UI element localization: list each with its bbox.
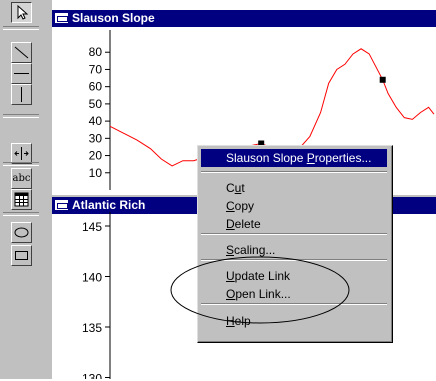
y-tick-label: 10 <box>89 166 103 180</box>
menu-item-cut[interactable]: Cut <box>201 179 387 197</box>
data-point-marker[interactable] <box>379 76 386 83</box>
toolbar-divider <box>3 114 39 118</box>
y-tick-label: 140 <box>82 271 102 285</box>
menu-item-label: Cut <box>226 181 245 195</box>
y-tick-label: 20 <box>89 149 103 163</box>
menu-item-label: Slauson Slope Properties... <box>226 151 372 165</box>
menu-separator <box>201 233 387 235</box>
ellipse-icon <box>14 227 29 238</box>
menu-item-label: Copy <box>226 199 255 213</box>
window-icon <box>55 200 68 210</box>
rectangle-tool-button[interactable] <box>11 245 32 266</box>
y-tick-label: 30 <box>89 131 103 145</box>
pane-title: Atlantic Rich <box>72 198 146 212</box>
menu-separator <box>201 171 387 173</box>
y-tick-label: 130 <box>82 372 102 380</box>
menu-item-slauson-slope-properties[interactable]: Slauson Slope Properties... <box>201 149 387 167</box>
y-tick-label: 145 <box>82 220 102 234</box>
y-tick-label: 70 <box>89 62 103 76</box>
resize-tool-button[interactable] <box>11 143 32 164</box>
drawing-toolbar: abc <box>0 0 43 379</box>
menu-item-open-link[interactable]: Open Link... <box>201 285 387 303</box>
vertical-line-tool-button[interactable] <box>11 84 32 105</box>
menu-item-help[interactable]: Help <box>201 312 387 330</box>
horizontal-line-icon <box>14 73 29 74</box>
menu-separator <box>201 259 387 261</box>
menu-item-scaling[interactable]: Scaling... <box>201 241 387 259</box>
y-tick-label: 50 <box>89 97 103 111</box>
pointer-tool-button[interactable] <box>11 2 32 23</box>
menu-item-label: Update Link <box>226 269 291 283</box>
grid-icon <box>14 192 29 207</box>
menu-item-label: Open Link... <box>226 287 291 301</box>
y-tick-label: 40 <box>89 114 103 128</box>
y-tick-label: 135 <box>82 321 102 335</box>
vertical-line-icon <box>21 87 22 102</box>
menu-item-label: Scaling... <box>226 243 276 257</box>
diagonal-line-tool-button[interactable] <box>11 42 32 63</box>
ellipse-tool-button[interactable] <box>11 222 32 243</box>
menu-item-delete[interactable]: Delete <box>201 215 387 233</box>
menu-item-copy[interactable]: Copy <box>201 197 387 215</box>
y-tick-label: 80 <box>89 45 103 59</box>
menu-separator <box>201 303 387 305</box>
toolbar-divider <box>3 162 39 166</box>
workspace-frame <box>42 0 52 379</box>
text-tool-button[interactable]: abc <box>11 168 32 189</box>
toolbar-divider <box>3 26 39 30</box>
text-icon: abc <box>12 173 31 184</box>
y-tick-label: 60 <box>89 80 103 94</box>
toolbar-divider <box>3 212 39 216</box>
arrow-pointer-icon <box>17 4 29 20</box>
context-menu: Slauson Slope Properties... Cut Copy Delete… <box>197 145 393 343</box>
rectangle-icon <box>15 251 28 260</box>
split-arrows-icon <box>14 147 29 160</box>
table-tool-button[interactable] <box>11 189 32 210</box>
diagonal-line-icon <box>14 46 29 59</box>
menu-item-label: Help <box>226 314 251 328</box>
menu-item-update-link[interactable]: Update Link <box>201 267 387 285</box>
horizontal-line-tool-button[interactable] <box>11 63 32 84</box>
menu-item-label: Delete <box>226 217 261 231</box>
